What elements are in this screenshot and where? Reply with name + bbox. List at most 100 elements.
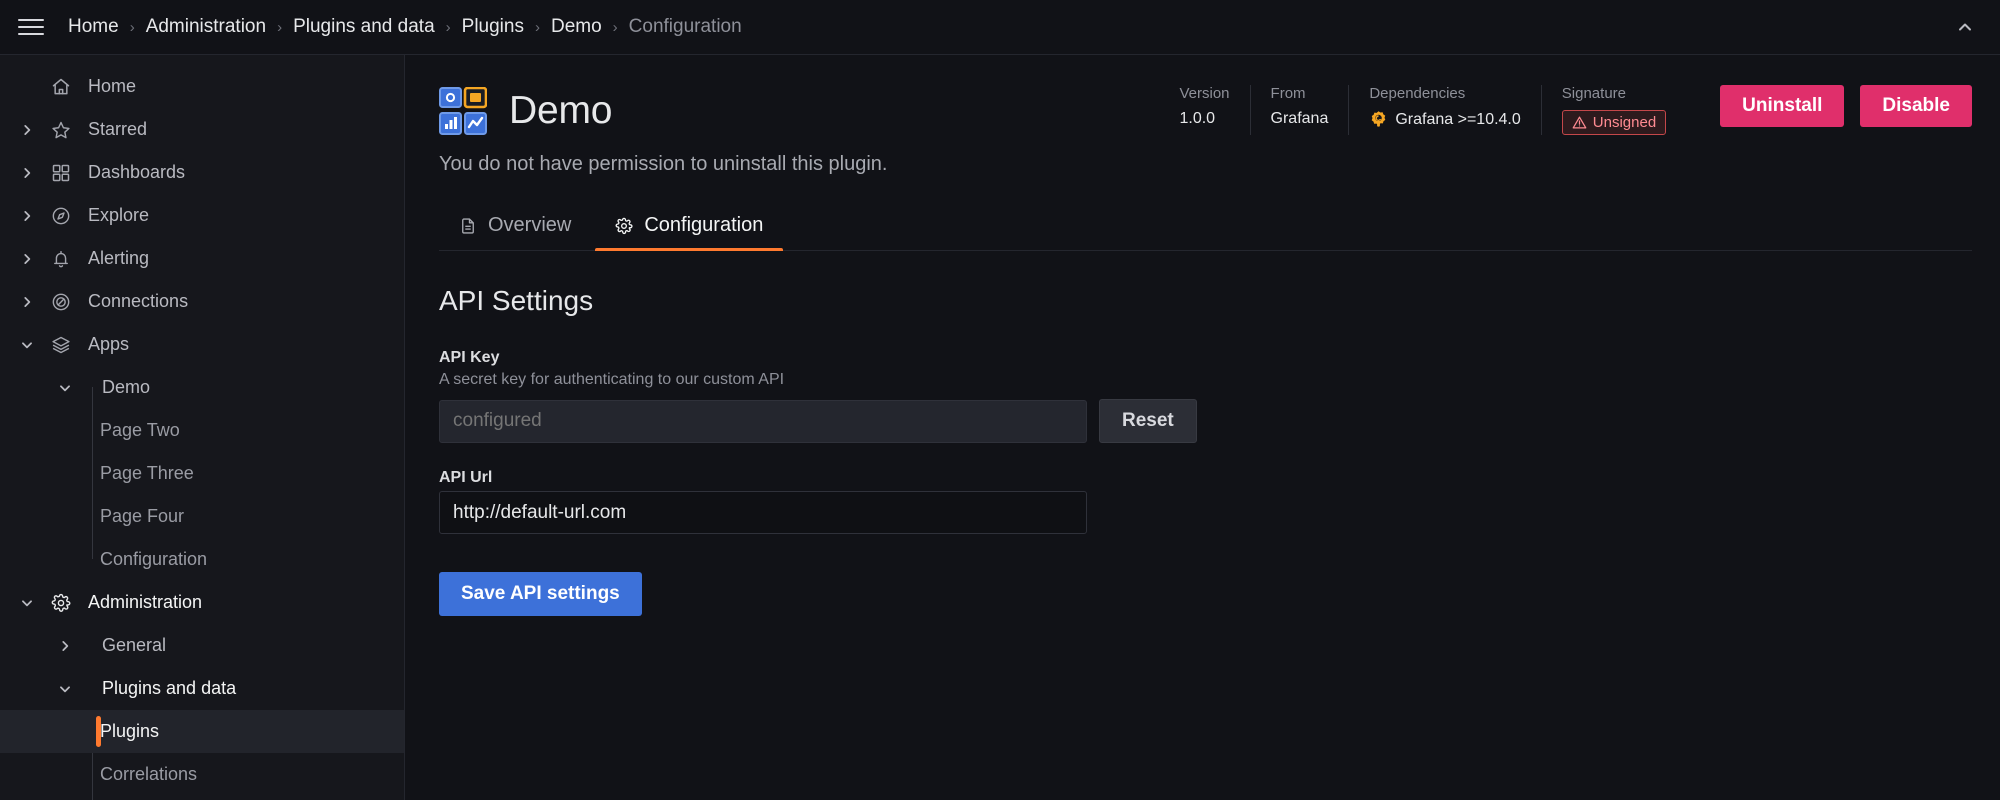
sidebar-item-label: Dashboards — [88, 162, 185, 183]
chevron-down-icon[interactable] — [10, 338, 44, 352]
breadcrumb-item-plugins[interactable]: Plugins — [462, 16, 524, 38]
meta-value: Grafana — [1271, 110, 1329, 128]
chevron-right-icon[interactable] — [10, 209, 44, 223]
permission-note: You do not have permission to uninstall … — [439, 153, 1972, 176]
api-key-input[interactable] — [439, 400, 1087, 443]
api-settings-form: API Settings API Key A secret key for au… — [439, 251, 1972, 616]
sidebar-item-label: Apps — [88, 334, 129, 355]
api-key-field-block: API Key A secret key for authenticating … — [439, 349, 1972, 443]
sidebar-item-connections[interactable]: Connections — [0, 280, 404, 323]
home-icon — [44, 77, 78, 97]
breadcrumb-separator-icon: › — [277, 20, 282, 35]
sidebar-item-label: General — [102, 635, 166, 656]
save-api-settings-button[interactable]: Save API settings — [439, 572, 642, 616]
layers-icon — [44, 335, 78, 355]
sidebar-item-demo-configuration[interactable]: Configuration — [0, 538, 404, 581]
breadcrumb-item-administration[interactable]: Administration — [146, 16, 266, 38]
api-url-input[interactable] — [439, 491, 1087, 534]
meta-label: Signature — [1562, 85, 1666, 102]
sidebar-item-page-three[interactable]: Page Three — [0, 452, 404, 495]
meta-column-signature: Signature Unsigned — [1541, 85, 1686, 135]
chevron-down-icon[interactable] — [48, 682, 82, 696]
star-icon — [44, 120, 78, 140]
document-icon — [459, 217, 477, 235]
breadcrumb-separator-icon: › — [130, 20, 135, 35]
plugin-action-buttons: Uninstall Disable — [1720, 85, 1972, 127]
disable-button[interactable]: Disable — [1860, 85, 1972, 127]
meta-label: Dependencies — [1369, 85, 1520, 102]
api-key-description: A secret key for authenticating to our c… — [439, 371, 1972, 389]
reset-button[interactable]: Reset — [1099, 399, 1197, 443]
api-key-label: API Key — [439, 349, 1972, 367]
page-title: Demo — [509, 89, 612, 133]
api-key-input-row: Reset — [439, 399, 1972, 443]
gear-icon — [615, 217, 633, 235]
sidebar-item-explore[interactable]: Explore — [0, 194, 404, 237]
sidebar-item-label: Correlations — [100, 764, 197, 785]
sidebar-item-label: Plugins — [100, 721, 159, 742]
sidebar-item-alerting[interactable]: Alerting — [0, 237, 404, 280]
sidebar-item-general[interactable]: General — [0, 624, 404, 667]
status-badge: Unsigned — [1562, 110, 1666, 135]
sidebar-item-label: Page Four — [100, 506, 184, 527]
plugin-meta-and-actions: Version 1.0.0 From Grafana Dependencies — [1159, 77, 1972, 135]
breadcrumb-item-demo[interactable]: Demo — [551, 16, 602, 38]
chevron-up-icon[interactable] — [1952, 14, 1978, 40]
plugin-title-block: Demo — [439, 87, 612, 135]
sidebar-item-label: Explore — [88, 205, 149, 226]
meta-label: From — [1271, 85, 1329, 102]
chevron-down-icon[interactable] — [48, 381, 82, 395]
sidebar-item-plugins-and-data[interactable]: Plugins and data — [0, 667, 404, 710]
meta-value: 1.0.0 — [1179, 110, 1229, 128]
sidebar-item-dashboards[interactable]: Dashboards — [0, 151, 404, 194]
sidebar-item-plugins[interactable]: Plugins — [0, 710, 404, 753]
api-url-input-row — [439, 491, 1972, 534]
connections-icon — [44, 292, 78, 312]
sidebar-item-administration[interactable]: Administration — [0, 581, 404, 624]
breadcrumb-separator-icon: › — [535, 20, 540, 35]
sidebar-item-home[interactable]: Home — [0, 65, 404, 108]
uninstall-button[interactable]: Uninstall — [1720, 85, 1844, 127]
compass-icon — [44, 206, 78, 226]
sidebar-item-correlations[interactable]: Correlations — [0, 753, 404, 796]
plugin-metadata: Version 1.0.0 From Grafana Dependencies — [1159, 85, 1686, 135]
api-url-label: API Url — [439, 469, 1972, 487]
breadcrumb-item-home[interactable]: Home — [68, 16, 119, 38]
sidebar-item-label: Configuration — [100, 549, 207, 570]
sidebar-item-label: Administration — [88, 592, 202, 613]
sidebar-item-starred[interactable]: Starred — [0, 108, 404, 151]
breadcrumb-item-plugins-and-data[interactable]: Plugins and data — [293, 16, 435, 38]
chevron-right-icon[interactable] — [48, 639, 82, 653]
sidebar-item-label: Alerting — [88, 248, 149, 269]
sidebar-item-label: Demo — [102, 377, 150, 398]
sidebar-item-label: Plugins and data — [102, 678, 236, 699]
api-url-field-block: API Url — [439, 469, 1972, 534]
chevron-right-icon[interactable] — [10, 123, 44, 137]
sidebar-item-label: Page Three — [100, 463, 194, 484]
top-navigation-bar: Home › Administration › Plugins and data… — [0, 0, 2000, 55]
sidebar-item-apps[interactable]: Apps — [0, 323, 404, 366]
sidebar-item-demo[interactable]: Demo — [0, 366, 404, 409]
hamburger-menu-icon[interactable] — [18, 14, 44, 40]
plugin-header: Demo Version 1.0.0 From Grafana Dependen… — [439, 77, 1972, 135]
tab-configuration[interactable]: Configuration — [595, 202, 783, 250]
tab-overview[interactable]: Overview — [439, 202, 591, 250]
chevron-right-icon[interactable] — [10, 295, 44, 309]
sidebar-navigation: Home Starred Dashboards — [0, 55, 405, 800]
tab-label: Configuration — [644, 214, 763, 237]
meta-value-row: Grafana >=10.4.0 — [1369, 110, 1520, 129]
plugin-tabs: Overview Configuration — [439, 202, 1972, 251]
tab-label: Overview — [488, 214, 571, 237]
chevron-right-icon[interactable] — [10, 166, 44, 180]
breadcrumb-separator-icon: › — [446, 20, 451, 35]
breadcrumb-item-configuration: Configuration — [629, 16, 742, 38]
sidebar-item-page-two[interactable]: Page Two — [0, 409, 404, 452]
main-content-area: Demo Version 1.0.0 From Grafana Dependen… — [405, 55, 2000, 800]
sidebar-item-page-four[interactable]: Page Four — [0, 495, 404, 538]
chevron-down-icon[interactable] — [10, 596, 44, 610]
bell-icon — [44, 249, 78, 269]
meta-column-version: Version 1.0.0 — [1159, 85, 1249, 135]
sidebar-item-label: Page Two — [100, 420, 180, 441]
sidebar-item-label: Home — [88, 76, 136, 97]
chevron-right-icon[interactable] — [10, 252, 44, 266]
